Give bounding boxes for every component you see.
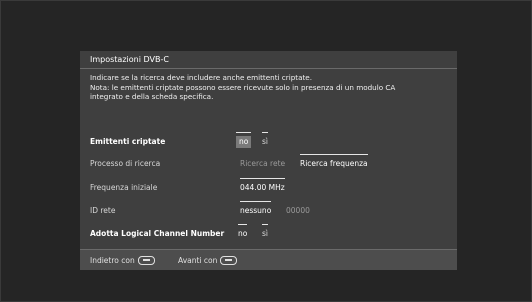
back-key-icon xyxy=(137,256,155,265)
network-id-option-none[interactable]: nessuno xyxy=(240,201,272,217)
setting-row-network-id[interactable]: ID rete nessuno 00000 xyxy=(80,200,457,220)
forward-key-icon xyxy=(220,256,238,265)
forward-hint-label: Avanti con xyxy=(178,256,218,265)
back-hint-label: Indietro con xyxy=(90,256,135,265)
start-frequency-label: Frequenza iniziale xyxy=(90,183,158,192)
encrypted-label: Emittenti criptate xyxy=(90,137,166,146)
encrypted-option-si[interactable]: sì xyxy=(262,132,268,148)
info-line-1: Indicare se la ricerca deve includere an… xyxy=(90,73,313,82)
tv-screen: Impostazioni DVB-C Indicare se la ricerc… xyxy=(0,0,532,302)
search-process-label: Processo di ricerca xyxy=(90,159,161,168)
setting-row-lcn[interactable]: Adotta Logical Channel Number no sì xyxy=(80,223,457,243)
lcn-label: Adotta Logical Channel Number xyxy=(90,229,225,238)
search-option-network[interactable]: Ricerca rete xyxy=(240,158,285,170)
encrypted-option-no[interactable]: no xyxy=(236,132,252,148)
network-id-label: ID rete xyxy=(90,206,116,215)
info-line-3: integrato e della scheda specifica. xyxy=(90,92,214,101)
forward-hint[interactable]: Avanti con xyxy=(178,256,238,265)
network-id-option-value[interactable]: 00000 xyxy=(286,205,310,217)
dvbc-settings-dialog: Impostazioni DVB-C Indicare se la ricerc… xyxy=(80,51,457,270)
setting-row-search-process[interactable]: Processo di ricerca Ricerca rete Ricerca… xyxy=(80,153,457,173)
back-hint[interactable]: Indietro con xyxy=(90,256,155,265)
dialog-footer: Indietro con Avanti con xyxy=(80,249,457,270)
setting-row-start-frequency[interactable]: Frequenza iniziale 044.00 MHz xyxy=(80,177,457,197)
setting-row-encrypted[interactable]: Emittenti criptate no sì xyxy=(80,131,457,151)
dialog-title: Impostazioni DVB-C xyxy=(90,55,169,64)
info-text: Indicare se la ricerca deve includere an… xyxy=(90,73,450,102)
search-option-frequency[interactable]: Ricerca frequenza xyxy=(300,154,368,170)
dialog-titlebar: Impostazioni DVB-C xyxy=(80,51,457,69)
start-frequency-value[interactable]: 044.00 MHz xyxy=(240,178,285,194)
lcn-option-si[interactable]: sì xyxy=(262,224,268,240)
info-line-2: Nota: le emittenti criptate possono esse… xyxy=(90,82,396,92)
lcn-option-no[interactable]: no xyxy=(238,224,248,240)
